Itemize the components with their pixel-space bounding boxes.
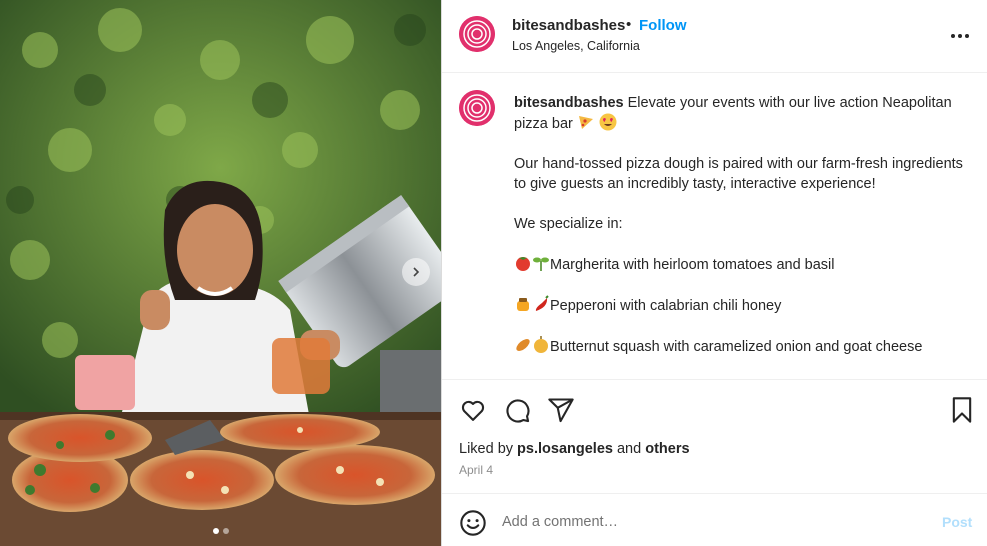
likes-prefix: Liked by — [459, 441, 514, 457]
caption-text: bitesandbashes Elevate your events with … — [514, 93, 964, 357]
sweet-potato-emoji-icon — [516, 339, 530, 351]
chili-pepper-emoji-icon — [535, 295, 549, 311]
pizza-photo-illustration — [0, 0, 441, 546]
separator-dot: • — [626, 16, 632, 33]
likes-others-link[interactable]: others — [645, 441, 689, 457]
menu-item-text: Margherita with heirloom tomatoes and ba… — [550, 257, 835, 273]
brand-logo-icon — [459, 16, 495, 52]
post-caption: bitesandbashes Elevate your events with … — [442, 74, 987, 379]
comment-box: Post — [442, 493, 987, 546]
post-location[interactable]: Los Angeles, California — [512, 39, 640, 53]
carousel-dot — [222, 528, 229, 534]
honey-pot-emoji-icon — [517, 298, 529, 311]
carousel-dot-active — [212, 528, 219, 534]
caption-username[interactable]: bitesandbashes — [514, 95, 624, 111]
tomato-emoji-icon — [516, 257, 530, 271]
caption-list-item: Pepperoni with calabrian chili honey — [514, 295, 964, 316]
post-details-panel: bitesandbashes • Follow Los Angeles, Cal… — [442, 0, 987, 546]
more-options-icon[interactable] — [948, 28, 972, 44]
caption-paragraph: We specialize in: — [514, 216, 623, 232]
caption-line: bitesandbashes Elevate your events with … — [514, 93, 964, 134]
brand-logo-icon — [459, 90, 495, 126]
avatar[interactable] — [459, 16, 495, 52]
likes-summary: Liked by ps.losangeles and others — [459, 441, 690, 457]
post-comment-button[interactable]: Post — [942, 514, 972, 530]
menu-item-text: Pepperoni with calabrian chili honey — [550, 298, 782, 314]
post-photo[interactable] — [0, 0, 441, 546]
heart-eyes-emoji-icon — [599, 113, 617, 131]
action-bar — [442, 379, 987, 439]
emoji-picker-icon[interactable] — [459, 509, 487, 537]
likes-and: and — [616, 441, 642, 457]
follow-button[interactable]: Follow — [639, 17, 687, 34]
caption-paragraph: Our hand-tossed pizza dough is paired wi… — [514, 156, 963, 192]
menu-item-text: Butternut squash with caramelized onion … — [550, 339, 923, 355]
comment-icon[interactable] — [503, 396, 531, 424]
carousel-next-button[interactable] — [402, 258, 430, 286]
chevron-right-icon — [413, 267, 420, 277]
author-username[interactable]: bitesandbashes — [512, 17, 625, 34]
heart-icon[interactable] — [459, 396, 487, 424]
carousel-indicator — [0, 528, 441, 534]
liked-by-user[interactable]: ps.losangeles — [517, 441, 613, 457]
avatar[interactable] — [459, 90, 495, 126]
post-date[interactable]: April 4 — [459, 463, 493, 477]
caption-list-item: Butternut squash with caramelized onion … — [514, 336, 964, 357]
caption-list-item: Margherita with heirloom tomatoes and ba… — [514, 254, 964, 275]
comment-input[interactable] — [502, 508, 922, 536]
share-icon[interactable] — [547, 396, 575, 424]
herb-emoji-icon — [533, 257, 549, 271]
pizza-emoji-icon — [578, 116, 593, 129]
bookmark-icon[interactable] — [948, 396, 976, 424]
onion-emoji-icon — [534, 336, 548, 353]
post-header: bitesandbashes • Follow Los Angeles, Cal… — [442, 0, 987, 73]
